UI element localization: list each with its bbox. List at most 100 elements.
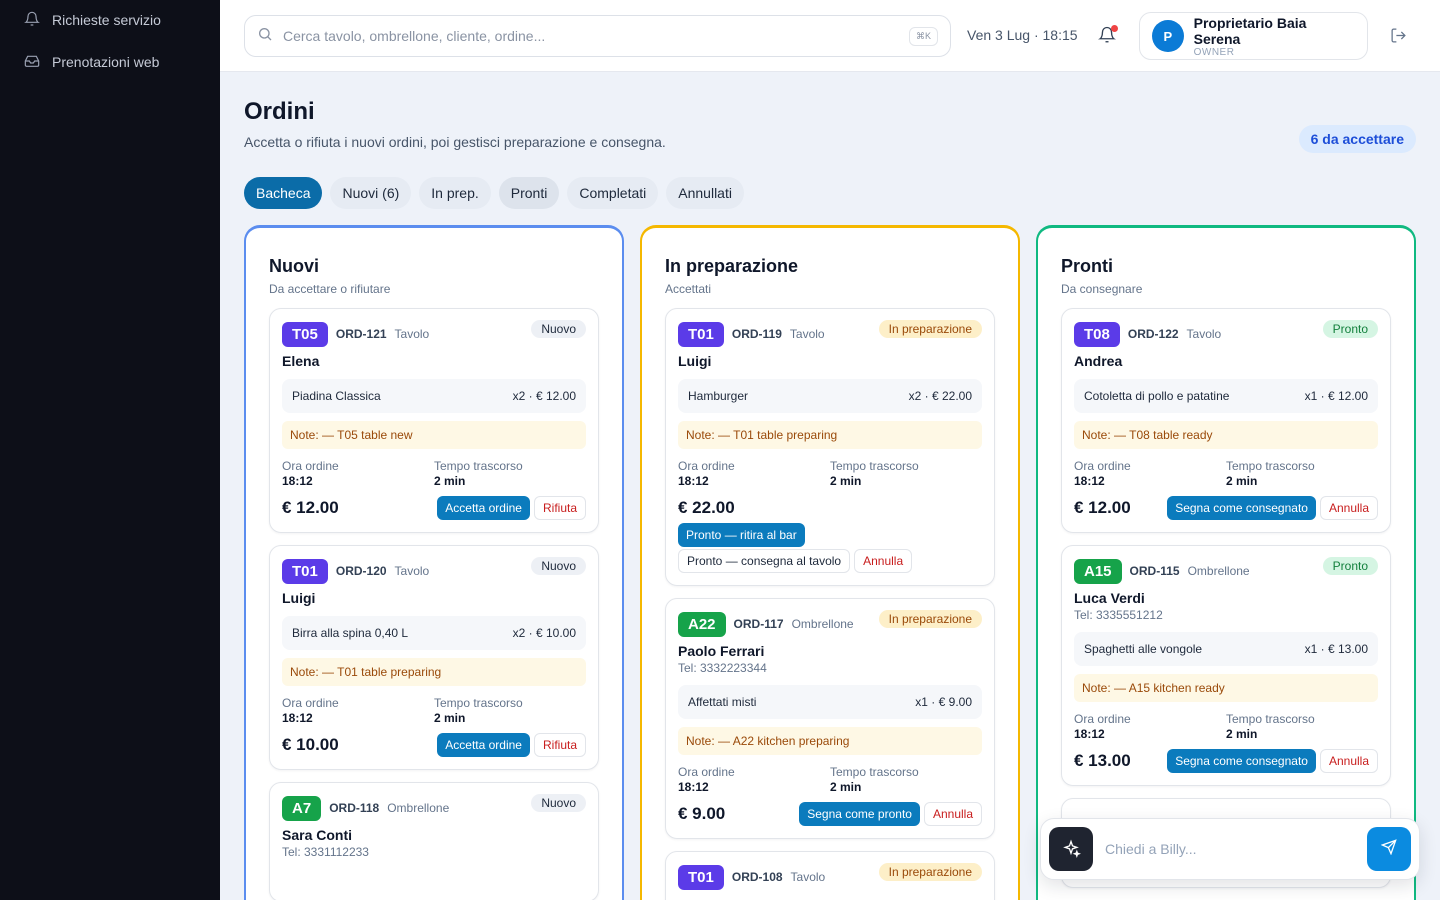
billy-input[interactable] bbox=[1105, 841, 1355, 857]
elapsed-label: Tempo trascorso bbox=[1226, 712, 1315, 726]
order-id: ORD-108 bbox=[731, 870, 783, 884]
tab-nuovi[interactable]: Nuovi (6) bbox=[330, 177, 412, 209]
elapsed-time: 2 min bbox=[1226, 727, 1258, 741]
cancel-order-button[interactable]: Annulla bbox=[1319, 496, 1378, 520]
search-input[interactable] bbox=[283, 28, 909, 44]
item-qty: x2 · € 10.00 bbox=[512, 626, 576, 640]
time-label: Ora ordine bbox=[1074, 459, 1131, 473]
order-type: Tavolo bbox=[394, 564, 430, 578]
order-card[interactable]: T05 ORD-121 Tavolo Nuovo Elena Piadina C… bbox=[269, 308, 599, 533]
avatar: P bbox=[1152, 20, 1184, 52]
customer-name: Sara Conti bbox=[282, 827, 353, 843]
order-card[interactable]: A15 ORD-115 Ombrellone Pronto Luca Verdi… bbox=[1061, 545, 1391, 786]
mark-delivered-button[interactable]: Segna come consegnato bbox=[1167, 749, 1316, 773]
notification-dot bbox=[1111, 25, 1118, 32]
order-time: 18:12 bbox=[678, 474, 709, 488]
cancel-order-button[interactable]: Annulla bbox=[923, 802, 982, 826]
elapsed-label: Tempo trascorso bbox=[434, 459, 523, 473]
mark-delivered-button[interactable]: Segna come consegnato bbox=[1167, 496, 1316, 520]
time-label: Ora ordine bbox=[678, 765, 735, 779]
status-badge: Nuovo bbox=[531, 320, 586, 338]
order-item: Birra alla spina 0,40 L x2 · € 10.00 bbox=[282, 616, 586, 650]
ready-pickup-bar-button[interactable]: Pronto — ritira al bar bbox=[678, 523, 805, 547]
elapsed-time: 2 min bbox=[1226, 474, 1258, 488]
sidebar-item-richieste-servizio[interactable]: Richieste servizio bbox=[0, 0, 220, 40]
search-icon bbox=[257, 26, 273, 47]
user-role: OWNER bbox=[1193, 46, 1235, 58]
item-name: Affettati misti bbox=[688, 695, 757, 709]
sidebar-item-label: Prenotazioni web bbox=[52, 54, 160, 70]
order-note: Note: — T01 table preparing bbox=[678, 421, 982, 449]
time-label: Ora ordine bbox=[282, 459, 339, 473]
customer-phone: Tel: 3331112233 bbox=[282, 845, 369, 859]
order-note: Note: — A22 kitchen preparing bbox=[678, 727, 982, 755]
tab-in-prep[interactable]: In prep. bbox=[419, 177, 491, 209]
notifications-button[interactable] bbox=[1098, 25, 1118, 46]
order-total: € 10.00 bbox=[282, 735, 339, 754]
elapsed-time: 2 min bbox=[434, 711, 466, 725]
column-nuovi: Nuovi Da accettare o rifiutare T05 ORD-1… bbox=[244, 225, 624, 900]
order-card[interactable]: T01 ORD-119 Tavolo In preparazione Luigi… bbox=[665, 308, 995, 586]
tab-bacheca[interactable]: Bacheca bbox=[244, 177, 323, 209]
elapsed-label: Tempo trascorso bbox=[830, 459, 919, 473]
item-qty: x1 · € 13.00 bbox=[1304, 642, 1368, 656]
item-name: Birra alla spina 0,40 L bbox=[292, 626, 409, 640]
column-subtitle: Accettati bbox=[665, 282, 712, 296]
order-id: ORD-122 bbox=[1127, 327, 1179, 341]
order-card[interactable]: T01 ORD-108 Tavolo In preparazione bbox=[665, 851, 995, 900]
customer-name: Paolo Ferrari bbox=[678, 643, 765, 659]
customer-phone: Tel: 3332223344 bbox=[678, 661, 767, 675]
reject-order-button[interactable]: Rifiuta bbox=[533, 733, 586, 757]
item-qty: x2 · € 12.00 bbox=[512, 389, 576, 403]
order-type: Tavolo bbox=[1186, 327, 1222, 341]
order-card[interactable]: A7 ORD-118 Ombrellone Nuovo Sara Conti T… bbox=[269, 782, 599, 900]
cancel-order-button[interactable]: Annulla bbox=[1319, 749, 1378, 773]
order-card[interactable]: T08 ORD-122 Tavolo Pronto Andrea Cotolet… bbox=[1061, 308, 1391, 533]
item-qty: x1 · € 9.00 bbox=[915, 695, 972, 709]
item-name: Cotoletta di pollo e patatine bbox=[1084, 389, 1230, 403]
order-card[interactable]: T01 ORD-120 Tavolo Nuovo Luigi Birra all… bbox=[269, 545, 599, 770]
tab-annullati[interactable]: Annullati bbox=[666, 177, 744, 209]
elapsed-label: Tempo trascorso bbox=[1226, 459, 1315, 473]
ready-deliver-table-button[interactable]: Pronto — consegna al tavolo bbox=[678, 549, 851, 573]
tab-completati[interactable]: Completati bbox=[567, 177, 659, 209]
column-in-preparazione: In preparazione Accettati T01 ORD-119 Ta… bbox=[640, 225, 1020, 900]
customer-phone: Tel: 3335551212 bbox=[1074, 608, 1163, 622]
search-box[interactable]: ⌘K bbox=[244, 15, 951, 57]
order-type: Ombrellone bbox=[791, 617, 854, 631]
order-note: Note: — A15 kitchen ready bbox=[1074, 674, 1378, 702]
elapsed-time: 2 min bbox=[830, 474, 862, 488]
order-id: ORD-119 bbox=[731, 327, 782, 341]
sidebar-item-label: Richieste servizio bbox=[52, 12, 161, 28]
order-time: 18:12 bbox=[1074, 727, 1105, 741]
column-pronti: Pronti Da consegnare T08 ORD-122 Tavolo … bbox=[1036, 225, 1416, 900]
elapsed-time: 2 min bbox=[434, 474, 466, 488]
user-name: Proprietario Baia Serena bbox=[1193, 14, 1307, 47]
customer-name: Andrea bbox=[1074, 353, 1123, 369]
accept-order-button[interactable]: Accetta ordine bbox=[437, 496, 530, 520]
inbox-icon bbox=[24, 53, 40, 72]
order-card[interactable]: A22 ORD-117 Ombrellone In preparazione P… bbox=[665, 598, 995, 839]
location-badge: A22 bbox=[678, 611, 726, 637]
customer-name: Luca Verdi bbox=[1074, 590, 1145, 606]
order-type: Tavolo bbox=[394, 327, 430, 341]
location-badge: A7 bbox=[282, 795, 322, 821]
logout-button[interactable] bbox=[1390, 27, 1407, 49]
accept-order-button[interactable]: Accetta ordine bbox=[437, 733, 530, 757]
sidebar-item-prenotazioni-web[interactable]: Prenotazioni web bbox=[0, 42, 220, 82]
item-name: Piadina Classica bbox=[292, 389, 381, 403]
send-button[interactable] bbox=[1367, 827, 1411, 871]
cancel-order-button[interactable]: Annulla bbox=[854, 549, 913, 573]
shortcut-hint: ⌘K bbox=[908, 26, 938, 46]
sparkles-icon[interactable] bbox=[1049, 827, 1093, 871]
order-type: Ombrellone bbox=[1187, 564, 1250, 578]
tab-pronti[interactable]: Pronti bbox=[498, 177, 560, 209]
status-badge: In preparazione bbox=[878, 320, 982, 338]
mark-ready-button[interactable]: Segna come pronto bbox=[799, 802, 920, 826]
pending-badge: 6 da accettare bbox=[1298, 125, 1416, 153]
order-total: € 22.00 bbox=[678, 498, 735, 517]
location-badge: T01 bbox=[678, 864, 724, 890]
user-menu[interactable]: P Proprietario Baia Serena OWNER bbox=[1139, 12, 1368, 60]
reject-order-button[interactable]: Rifiuta bbox=[533, 496, 586, 520]
order-type: Ombrellone bbox=[387, 801, 450, 815]
